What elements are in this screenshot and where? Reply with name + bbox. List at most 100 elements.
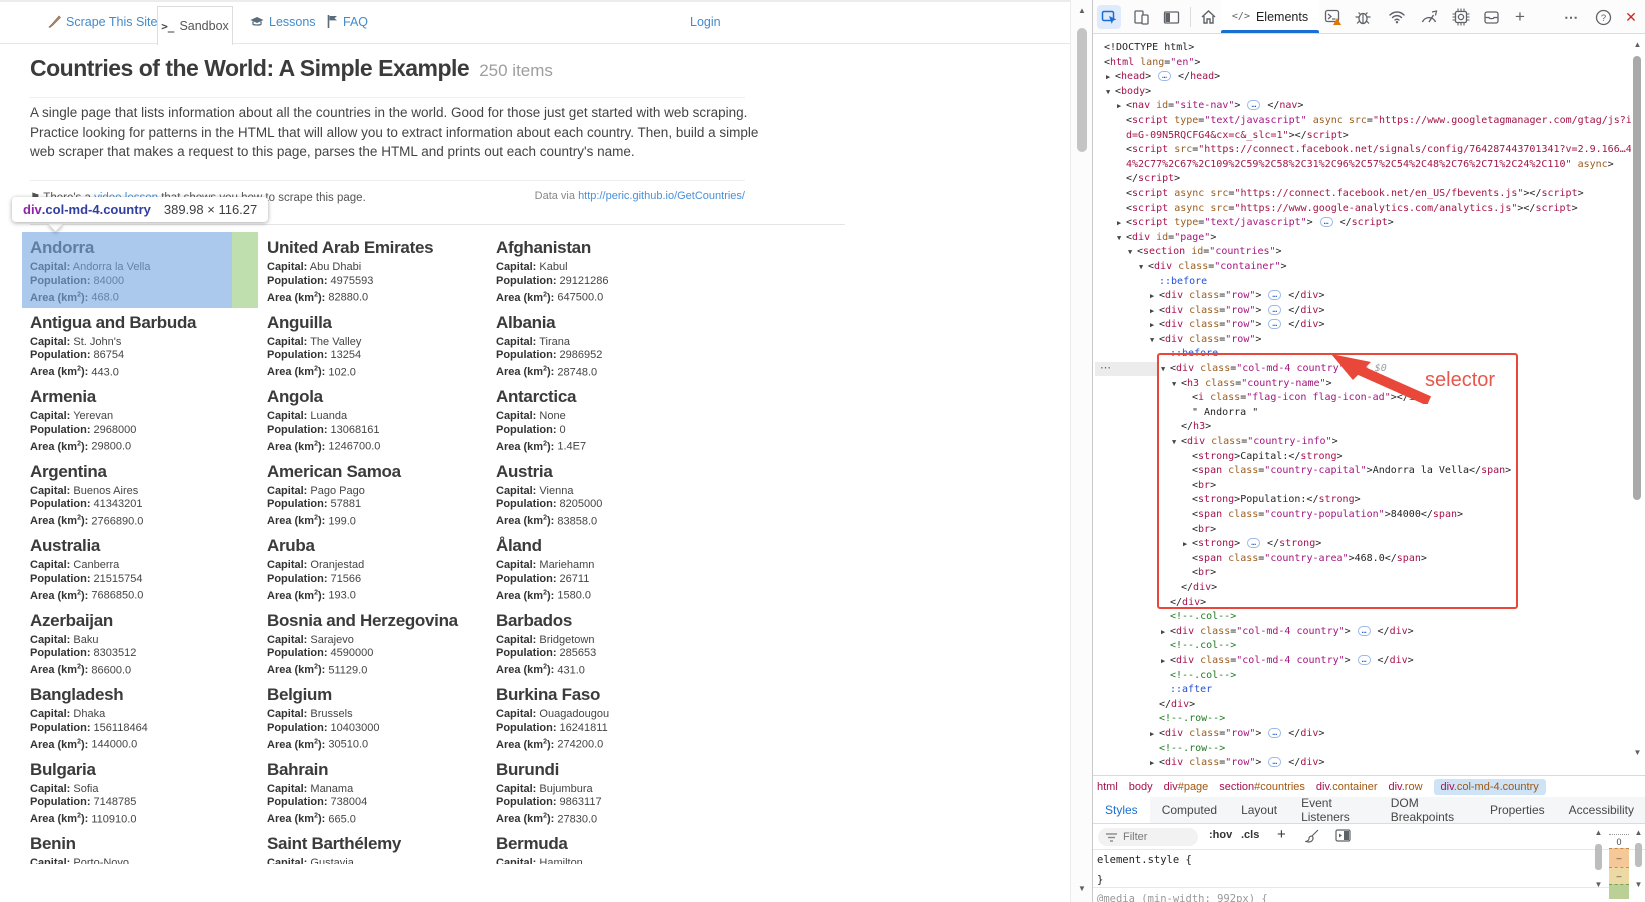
sidebar-tab-properties[interactable]: Properties xyxy=(1478,797,1557,823)
dom-node-menu-dots[interactable]: ⋯ xyxy=(1095,362,1157,376)
page-scrollbar[interactable]: ▲ ▼ xyxy=(1070,0,1093,902)
device-emulation-icon[interactable] xyxy=(1129,5,1153,29)
dom-tree-scrollbar[interactable]: ▲ ▼ xyxy=(1631,36,1644,770)
dom-tree-line[interactable]: <br> xyxy=(1093,566,1631,581)
dom-tree-line[interactable]: ::after xyxy=(1093,683,1631,698)
expand-arrow-icon[interactable]: ▶ xyxy=(1150,727,1159,742)
nav-faq-link[interactable]: FAQ xyxy=(327,15,368,29)
expand-ellipsis-button[interactable]: … xyxy=(1247,538,1260,548)
expand-arrow-icon[interactable]: ▶ xyxy=(1150,289,1159,304)
dom-tree-line[interactable]: <script type="text/javascript" async src… xyxy=(1093,114,1631,129)
toggle-cls-button[interactable]: .cls xyxy=(1241,829,1259,841)
breadcrumb-item[interactable]: div.col-md-4.country xyxy=(1434,779,1546,795)
performance-icon[interactable] xyxy=(1417,5,1441,29)
expand-ellipsis-button[interactable]: … xyxy=(1268,305,1281,315)
collapse-arrow-icon[interactable]: ▼ xyxy=(1106,85,1115,100)
dock-side-icon[interactable] xyxy=(1159,5,1183,29)
expand-arrow-icon[interactable]: ▶ xyxy=(1150,304,1159,319)
expand-arrow-icon[interactable]: ▶ xyxy=(1150,756,1159,771)
inspect-element-icon[interactable] xyxy=(1097,5,1121,29)
collapse-arrow-icon[interactable]: ▼ xyxy=(1150,333,1159,348)
dom-tree-line[interactable]: <br> xyxy=(1093,479,1631,494)
collapse-arrow-icon[interactable]: ▼ xyxy=(1139,260,1148,275)
element-style-open[interactable]: element.style { xyxy=(1097,850,1192,870)
dom-tree-line[interactable]: ▶<div class="col-md-4 country"> … </div> xyxy=(1093,654,1631,669)
dom-tree-line[interactable]: <span class="country-population">84000</… xyxy=(1093,508,1631,523)
dom-tree-line[interactable]: ▶<strong> … </strong> xyxy=(1093,537,1631,552)
dom-tree-line[interactable]: ::before xyxy=(1093,275,1631,290)
more-options-icon[interactable]: ⋯ xyxy=(1559,5,1583,29)
dom-tree-line[interactable]: <strong>Population:</strong> xyxy=(1093,493,1631,508)
nav-login-link[interactable]: Login xyxy=(690,15,721,29)
element-style-rule[interactable]: element.style { } xyxy=(1097,850,1192,890)
dom-tree-line[interactable]: " Andorra " xyxy=(1093,406,1631,421)
dom-scrollbar-thumb[interactable] xyxy=(1633,56,1641,500)
expand-arrow-icon[interactable]: ▶ xyxy=(1150,318,1159,333)
dom-tree-line[interactable]: </div> xyxy=(1093,596,1631,611)
scroll-down-arrow[interactable]: ▼ xyxy=(1631,748,1644,757)
nav-lessons-link[interactable]: Lessons xyxy=(250,15,316,29)
scroll-down-arrow[interactable]: ▼ xyxy=(1632,880,1645,889)
styles-scrollbar[interactable]: ▲ ▼ xyxy=(1592,824,1605,902)
application-storage-icon[interactable] xyxy=(1479,5,1503,29)
network-icon[interactable] xyxy=(1385,5,1409,29)
dom-tree-line[interactable]: ▶<div class="row"> … </div> xyxy=(1093,318,1631,333)
sidebar-tab-dom-breakpoints[interactable]: DOM Breakpoints xyxy=(1379,797,1478,823)
expand-arrow-icon[interactable]: ▶ xyxy=(1117,216,1126,231)
dom-tree-line[interactable]: ▼<div id="page"> xyxy=(1093,231,1631,246)
home-icon[interactable] xyxy=(1196,5,1220,29)
sidebar-tab-accessibility[interactable]: Accessibility xyxy=(1557,797,1645,823)
computed-pane-toggle-icon[interactable] xyxy=(1335,829,1351,842)
dom-tree-line[interactable]: <script async src="https://connect.faceb… xyxy=(1093,187,1631,202)
dom-tree-line[interactable]: ▶<script type="text/javascript"> … </scr… xyxy=(1093,216,1631,231)
scroll-up-arrow[interactable]: ▲ xyxy=(1592,828,1605,837)
help-icon[interactable]: ? xyxy=(1591,5,1615,29)
scrollbar-thumb[interactable] xyxy=(1595,844,1602,870)
brush-icon[interactable] xyxy=(1305,829,1319,843)
toggle-hov-button[interactable]: :hov xyxy=(1209,829,1232,841)
dom-tree-line[interactable]: ▶<head> … </head> xyxy=(1093,70,1631,85)
dom-tree-line[interactable]: <script src="https://connect.facebook.ne… xyxy=(1093,143,1631,158)
dom-tree-line[interactable]: ▼<body> xyxy=(1093,85,1631,100)
issues-bug-icon[interactable] xyxy=(1351,5,1375,29)
dom-tree-line[interactable]: <span class="country-capital">Andorra la… xyxy=(1093,464,1631,479)
sidebar-tab-layout[interactable]: Layout xyxy=(1229,797,1289,823)
dom-tree-line[interactable]: d=G-09N5RQCFG4&cx=c&_slc=1"></script> xyxy=(1093,129,1631,144)
dom-tree-line[interactable]: <!--.col--> xyxy=(1093,610,1631,625)
dom-tree-line[interactable]: ▼<div class="container"> xyxy=(1093,260,1631,275)
console-icon[interactable] xyxy=(1321,5,1345,29)
dom-tree-line[interactable]: <!--.row--> xyxy=(1093,712,1631,727)
dom-tree-line[interactable]: ▶<div class="row"> … </div> xyxy=(1093,756,1631,771)
dom-tree-line[interactable]: <br> xyxy=(1093,523,1631,538)
expand-ellipsis-button[interactable]: … xyxy=(1358,655,1371,665)
expand-ellipsis-button[interactable]: … xyxy=(1358,626,1371,636)
scroll-up-arrow[interactable]: ▲ xyxy=(1632,828,1645,837)
page-scrollbar-thumb[interactable] xyxy=(1077,28,1087,152)
dom-tree-line[interactable]: <strong>Capital:</strong> xyxy=(1093,450,1631,465)
expand-arrow-icon[interactable]: ▶ xyxy=(1106,70,1115,85)
dom-tree-line[interactable]: ▼<div class="row"> xyxy=(1093,333,1631,348)
breadcrumb-item[interactable]: section#countries xyxy=(1219,781,1305,793)
dom-tree-line[interactable]: ▶<div class="row"> … </div> xyxy=(1093,304,1631,319)
scroll-up-arrow[interactable]: ▲ xyxy=(1071,6,1093,15)
sidebar-tab-computed[interactable]: Computed xyxy=(1150,797,1229,823)
scroll-down-arrow[interactable]: ▼ xyxy=(1071,884,1093,893)
dom-tree-line[interactable]: <span class="country-area">468.0</span> xyxy=(1093,552,1631,567)
dom-tree-line[interactable]: <!--.col--> xyxy=(1093,669,1631,684)
collapse-arrow-icon[interactable]: ▼ xyxy=(1161,362,1170,377)
expand-ellipsis-button[interactable]: … xyxy=(1268,757,1281,767)
collapse-arrow-icon[interactable]: ▼ xyxy=(1172,377,1181,392)
breadcrumb-item[interactable]: div#page xyxy=(1164,781,1209,793)
tab-elements[interactable]: </> Elements xyxy=(1221,0,1319,33)
breadcrumb-item[interactable]: div.container xyxy=(1316,781,1378,793)
breadcrumb-item[interactable]: html xyxy=(1097,781,1118,793)
dom-tree-line[interactable]: <html lang="en"> xyxy=(1093,56,1631,71)
expand-arrow-icon[interactable]: ▶ xyxy=(1161,654,1170,669)
expand-arrow-icon[interactable]: ▶ xyxy=(1117,99,1126,114)
expand-ellipsis-button[interactable]: … xyxy=(1268,728,1281,738)
new-style-rule-icon[interactable]: + xyxy=(1277,826,1286,843)
dom-tree-line[interactable]: </script> xyxy=(1093,172,1631,187)
collapse-arrow-icon[interactable]: ▼ xyxy=(1117,231,1126,246)
nav-tab-sandbox[interactable]: >_ Sandbox xyxy=(157,6,233,45)
dom-tree-line[interactable]: <script async src="https://www.google-an… xyxy=(1093,202,1631,217)
